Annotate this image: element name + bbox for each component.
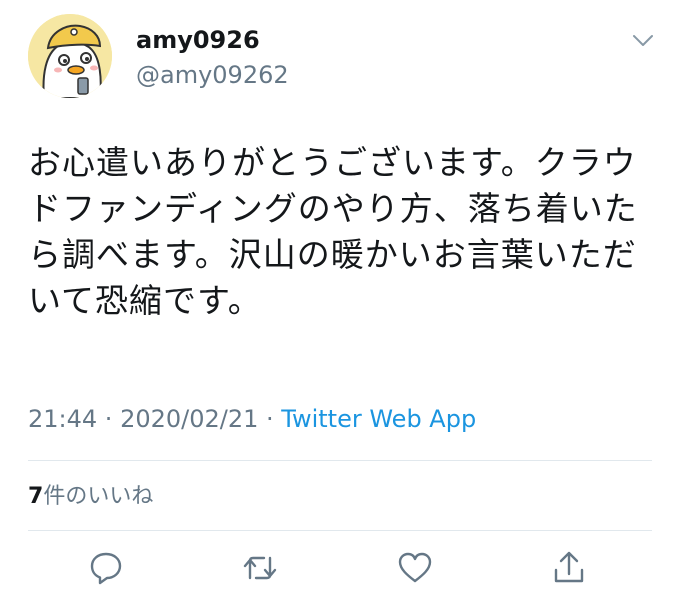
tweet-time[interactable]: 21:44 [28, 405, 97, 433]
avatar[interactable] [28, 14, 112, 98]
likes-count[interactable]: 7件のいいね [28, 482, 153, 512]
likes-label: 件のいいね [43, 484, 154, 509]
likes-number: 7 [28, 484, 44, 509]
display-name[interactable]: amy0926 [136, 26, 289, 54]
divider [28, 460, 652, 461]
retweet-icon [243, 556, 277, 580]
tweet-text: お心遣いありがとうございます。クラウドファンディングのやり方、落ち着いたら調べま… [28, 143, 638, 320]
source-app-link[interactable]: Twitter Web App [281, 405, 476, 433]
like-button[interactable] [395, 548, 435, 588]
avatar-duck-icon [28, 14, 112, 98]
chevron-down-icon [633, 35, 653, 46]
action-bar [0, 548, 680, 594]
more-options-button[interactable] [628, 28, 658, 52]
reply-icon [90, 552, 122, 585]
share-button[interactable] [549, 548, 589, 588]
reply-button[interactable] [86, 548, 126, 588]
retweet-button[interactable] [240, 548, 280, 588]
tweet-header: amy0926 @amy09262 [28, 14, 658, 104]
heart-icon [398, 552, 432, 583]
user-handle[interactable]: @amy09262 [136, 60, 289, 90]
tweet-metadata: 21:44 · 2020/02/21 · Twitter Web App [28, 404, 476, 434]
divider [28, 530, 652, 531]
tweet-date[interactable]: 2020/02/21 [120, 405, 258, 433]
meta-separator: · [97, 405, 121, 433]
meta-separator: · [258, 405, 282, 433]
share-icon [554, 551, 584, 583]
